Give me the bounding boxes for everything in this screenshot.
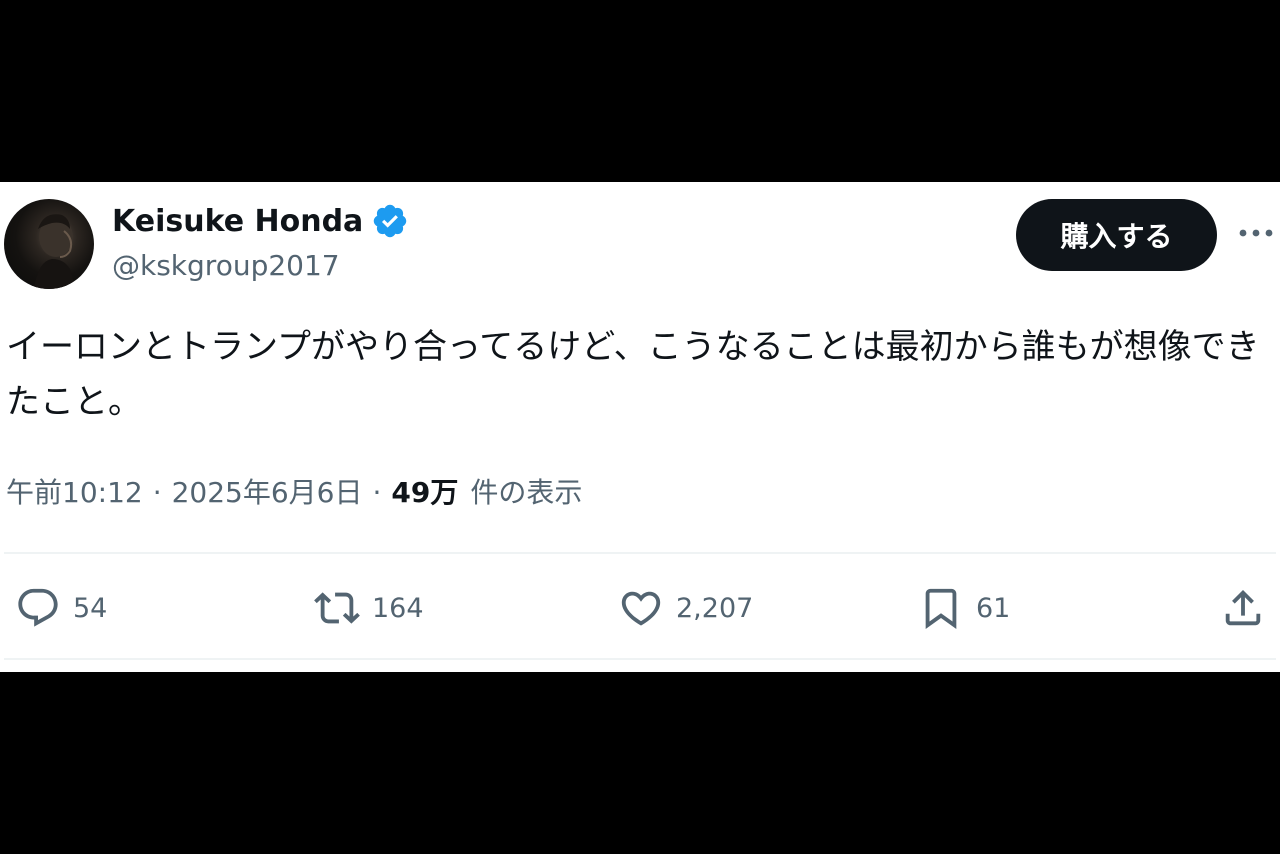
author-name-row[interactable]: Keisuke Honda (112, 202, 409, 240)
reply-icon[interactable] (15, 585, 61, 631)
tweet-date[interactable]: 2025年6月6日 (172, 471, 363, 511)
like-button[interactable]: 2,207 (618, 578, 753, 638)
reply-button[interactable]: 54 (15, 578, 107, 638)
retweet-icon[interactable] (314, 585, 360, 631)
views-label[interactable]: 件の表示 (470, 471, 582, 511)
tweet-time[interactable]: 午前10:12 (6, 471, 143, 511)
reply-count: 54 (73, 592, 108, 624)
bookmark-icon[interactable] (918, 585, 964, 631)
divider-top (4, 552, 1276, 554)
author-display-name[interactable]: Keisuke Honda (112, 204, 363, 239)
buy-button[interactable]: 購入する (1016, 199, 1217, 271)
share-icon[interactable] (1220, 585, 1266, 631)
more-horizontal-icon[interactable] (1236, 218, 1276, 248)
like-count: 2,207 (676, 592, 754, 624)
meta-separator: · (372, 476, 382, 509)
author-handle[interactable]: @kskgroup2017 (112, 249, 340, 282)
bookmark-button[interactable]: 61 (918, 578, 1010, 638)
divider-bottom (4, 658, 1276, 660)
retweet-button[interactable]: 164 (314, 578, 424, 638)
avatar[interactable] (4, 199, 94, 289)
heart-icon[interactable] (618, 585, 664, 631)
meta-separator: · (152, 476, 162, 509)
action-bar: 54 164 2,207 61 (0, 578, 1280, 638)
tweet-meta: 午前10:12 · 2025年6月6日 · 49万 件の表示 (6, 471, 582, 511)
share-button[interactable] (1220, 578, 1266, 638)
verified-badge-icon[interactable] (371, 202, 409, 240)
tweet-text: イーロンとトランプがやり合ってるけど、こうなることは最初から誰もが想像できたこと… (6, 327, 1260, 422)
bookmark-count: 61 (976, 592, 1011, 624)
retweet-count: 164 (372, 592, 424, 624)
views-count[interactable]: 49万 (391, 471, 458, 511)
tweet-card: Keisuke Honda @kskgroup2017 購入する イーロンとトラ… (0, 182, 1280, 672)
avatar-portrait (34, 214, 74, 289)
